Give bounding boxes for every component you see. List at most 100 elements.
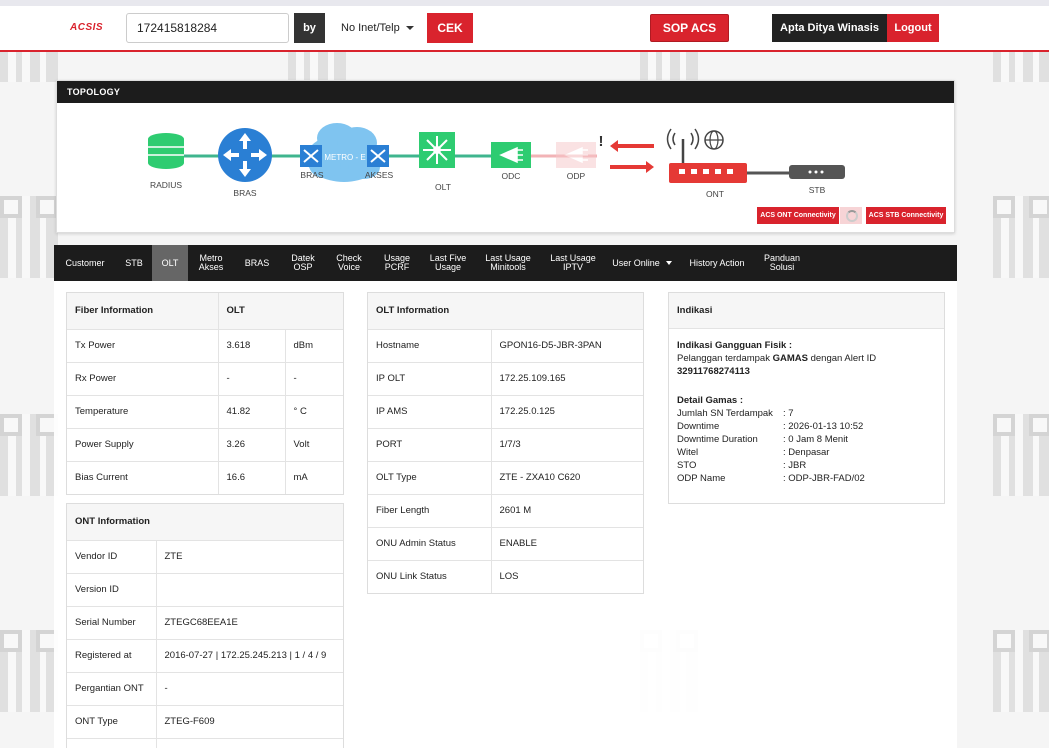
bras-router-icon: [218, 128, 272, 182]
tab-label: Metro Akses: [198, 253, 224, 272]
tab-last-usage-minitools[interactable]: Last Usage Minitools: [474, 245, 542, 281]
row-label: IP OLT: [368, 362, 491, 396]
row-value: 172.25.109.165: [490, 362, 643, 396]
table-row: Vendor ID ZTE: [67, 540, 343, 574]
table-row: Fiber Length 2601 M: [368, 494, 643, 528]
row-unit: ° C: [284, 395, 343, 429]
user-name-badge[interactable]: Apta Ditya Winasis: [772, 14, 887, 42]
tab-panduan-solusi[interactable]: Panduan Solusi: [754, 245, 810, 281]
indikasi-panel: Indikasi Indikasi Gangguan Fisik : Pelan…: [668, 292, 945, 504]
gamas-row: Jumlah SN Terdampak: 7: [677, 407, 936, 420]
switch-icon: [300, 145, 322, 167]
gamas-row: Downtime: 2026-01-13 10:52: [677, 420, 936, 433]
table-row: Temperature 41.82 ° C: [67, 395, 343, 429]
tab-label: Last Usage IPTV: [550, 253, 596, 272]
table-row: [67, 738, 343, 748]
row-value: LOS: [490, 560, 643, 593]
search-type-select[interactable]: No Inet/Telp: [329, 13, 427, 43]
ont-label: ONT: [706, 189, 724, 199]
row-value: 3.26: [217, 428, 285, 462]
tab-last-usage-iptv[interactable]: Last Usage IPTV: [542, 245, 604, 281]
logout-button[interactable]: Logout: [887, 14, 939, 42]
sop-acs-button[interactable]: SOP ACS: [650, 14, 729, 42]
table-row: Serial Number ZTEGC68EEA1E: [67, 606, 343, 640]
row-label: Registered at: [67, 639, 156, 673]
row-label: Hostname: [368, 329, 491, 363]
row-value: -: [155, 672, 343, 706]
radius-label: RADIUS: [150, 180, 182, 190]
tab-check-voice[interactable]: Check Voice: [326, 245, 372, 281]
tab-olt[interactable]: OLT: [152, 245, 188, 281]
gamas-key: Downtime Duration: [677, 434, 758, 445]
row-unit: -: [284, 362, 343, 396]
topology-title: TOPOLOGY: [57, 81, 954, 103]
table-row: Rx Power - -: [67, 362, 343, 396]
gamas-key: STO: [677, 460, 697, 471]
app-logo[interactable]: ACSIS: [70, 22, 103, 33]
tab-label: Check Voice: [336, 253, 362, 272]
gamas-value: : 7: [783, 408, 794, 419]
indikasi-body: Indikasi Gangguan Fisik : Pelanggan terd…: [669, 329, 944, 495]
tab-metro-akses[interactable]: Metro Akses: [188, 245, 234, 281]
row-value: ZTE: [155, 540, 343, 574]
chevron-down-icon: [665, 261, 672, 265]
tab-datek-osp[interactable]: Datek OSP: [280, 245, 326, 281]
table-row: Tx Power 3.618 dBm: [67, 329, 343, 363]
table-row: Pergantian ONT -: [67, 672, 343, 706]
gamas-value: : 0 Jam 8 Menit: [783, 434, 848, 445]
gangguan-bold: GAMAS: [772, 353, 808, 364]
tab-label: Last Five Usage: [429, 253, 467, 272]
search-input[interactable]: [126, 13, 289, 43]
row-value: 2601 M: [490, 494, 643, 528]
metro-label: METRO - E: [324, 153, 365, 162]
tab-last-five-usage[interactable]: Last Five Usage: [422, 245, 474, 281]
tab-label: Customer: [65, 257, 105, 268]
row-value: ENABLE: [490, 527, 643, 561]
tab-stb[interactable]: STB: [116, 245, 152, 281]
odc-splitter-icon: [491, 142, 531, 168]
row-label: Bias Current: [75, 472, 128, 484]
row-label: Temperature: [67, 395, 218, 429]
indikasi-head: Indikasi: [669, 293, 944, 329]
cek-button[interactable]: CEK: [427, 13, 473, 43]
row-value: ZTEG-F609: [155, 705, 343, 739]
gangguan-text-1: Pelanggan terdampak: [677, 353, 773, 364]
stb-label: STB: [809, 185, 826, 195]
row-value: 172.25.0.125: [490, 395, 643, 429]
row-value: 3.618: [217, 329, 285, 363]
by-label: by: [294, 13, 325, 43]
odp-splitter-icon: [556, 142, 596, 168]
ont-router-icon: [666, 128, 747, 183]
tab-bar: Customer STB OLT Metro Akses BRAS Datek …: [54, 245, 957, 281]
switch-icon: [367, 145, 389, 167]
tab-usage-pcrf[interactable]: Usage PCRF: [372, 245, 422, 281]
tab-bras[interactable]: BRAS: [234, 245, 280, 281]
table-row: ONT Type ZTEG-F609: [67, 705, 343, 739]
tab-label: User Online: [612, 257, 660, 268]
tab-label: Usage PCRF: [383, 253, 410, 272]
tab-customer[interactable]: Customer: [54, 245, 116, 281]
tab-history-action[interactable]: History Action: [680, 245, 754, 281]
acs-ont-connectivity-button[interactable]: ACS ONT Connectivity: [757, 207, 839, 224]
table-row: OLT Type ZTE - ZXA10 C620: [368, 461, 643, 495]
gamas-value: : ODP-JBR-FAD/02: [783, 473, 865, 484]
gamas-row: ODP Name: ODP-JBR-FAD/02: [677, 472, 936, 485]
table-row: ONU Admin Status ENABLE: [368, 527, 643, 561]
gamas-key: Witel: [677, 447, 699, 458]
watermark-qr: [0, 630, 58, 712]
odp-label: ODP: [567, 171, 586, 181]
akses-label: AKSES: [365, 170, 394, 180]
globe-icon: [704, 130, 724, 150]
row-value: -: [217, 362, 285, 396]
search-type-value: No Inet/Telp: [341, 22, 400, 34]
acs-stb-connectivity-button[interactable]: ACS STB Connectivity: [866, 207, 946, 224]
row-value: 1/7/3: [490, 428, 643, 462]
tab-user-online[interactable]: User Online: [604, 245, 680, 281]
alert-mark: !: [599, 133, 604, 150]
row-label: Serial Number: [67, 606, 156, 640]
stb-box-icon: [789, 165, 845, 179]
row-label: ONU Link Status: [376, 571, 447, 583]
empty-cell: [155, 738, 343, 748]
chevron-down-icon: [405, 26, 414, 30]
tab-label: Datek OSP: [291, 253, 315, 272]
